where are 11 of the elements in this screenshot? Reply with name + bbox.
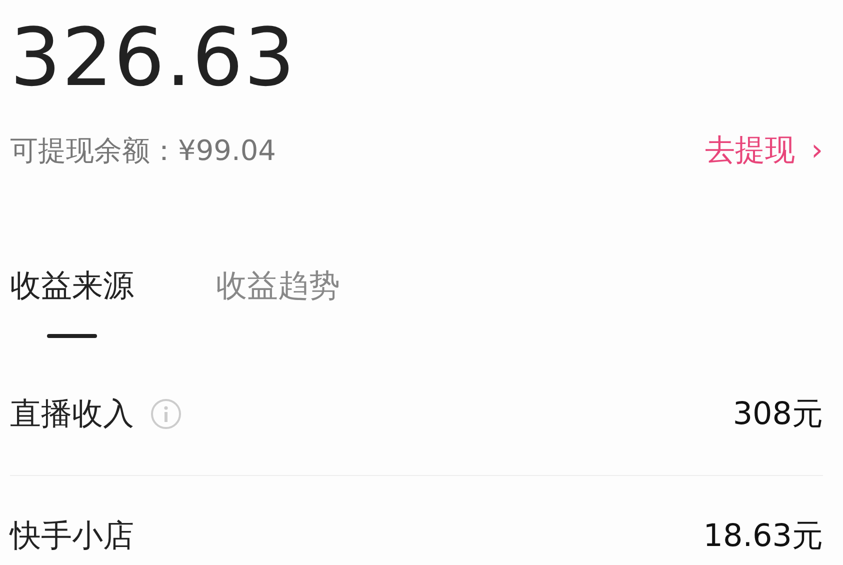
total-amount: 326.63 <box>10 18 296 98</box>
income-value: 18.63元 <box>703 517 823 556</box>
withdraw-link[interactable]: 去提现 › <box>705 128 823 173</box>
income-value: 308元 <box>732 394 823 434</box>
info-icon[interactable] <box>150 398 182 430</box>
income-source: 直播收入 <box>10 394 134 434</box>
balance-label: 可提现余额： <box>10 132 178 168</box>
balance-amount: ¥99.04 <box>178 132 276 168</box>
tab[interactable]: 收益来源 <box>10 263 134 338</box>
tab[interactable]: 收益趋势 <box>216 263 340 338</box>
income-source: 快手小店 <box>10 517 134 556</box>
